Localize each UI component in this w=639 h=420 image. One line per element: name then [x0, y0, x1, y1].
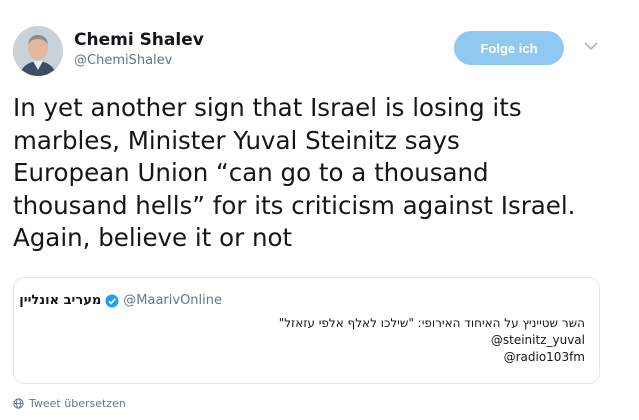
- tweet-line: marbles, Minister Yuval Steinitz says: [13, 125, 460, 155]
- translate-label[interactable]: Tweet übersetzen: [29, 397, 126, 410]
- tweet-line: Again, believe it or not: [13, 223, 293, 252]
- tweet-line: thousand hells” for its criticism agains…: [13, 190, 576, 220]
- avatar[interactable]: [13, 26, 63, 76]
- quoted-tweet[interactable]: מעריב אונליין @MaarivOnline השר שטייניץ …: [13, 277, 600, 384]
- quoted-header: מעריב אונליין @MaarivOnline: [19, 293, 222, 308]
- tweet-line: In yet another sign that Israel is losin…: [13, 93, 522, 122]
- author-name[interactable]: Chemi Shalev: [74, 30, 204, 50]
- translate-tweet-link[interactable]: Tweet übersetzen: [13, 397, 126, 410]
- quoted-mention[interactable]: @steinitz_yuval: [279, 332, 585, 349]
- quoted-mention[interactable]: @radio103fm: [279, 349, 585, 366]
- quoted-text: השר שטייניץ על האיחוד האירופי: "שילכו לא…: [279, 315, 585, 366]
- verified-badge-icon: [105, 294, 119, 307]
- tweet-text: In yet another sign that Israel is losin…: [13, 92, 628, 255]
- author-handle[interactable]: @ChemiShalev: [74, 53, 172, 68]
- follow-button[interactable]: Folge ich: [454, 31, 564, 65]
- tweet-line: European Union “can go to a thousand: [13, 158, 489, 187]
- quoted-line: השר שטייניץ על האיחוד האירופי: "שילכו לא…: [278, 316, 585, 330]
- quoted-author-name: מעריב אונליין: [19, 293, 102, 308]
- quoted-author-handle: @MaarivOnline: [123, 293, 222, 308]
- globe-icon: [13, 398, 24, 409]
- chevron-down-icon[interactable]: [583, 40, 599, 52]
